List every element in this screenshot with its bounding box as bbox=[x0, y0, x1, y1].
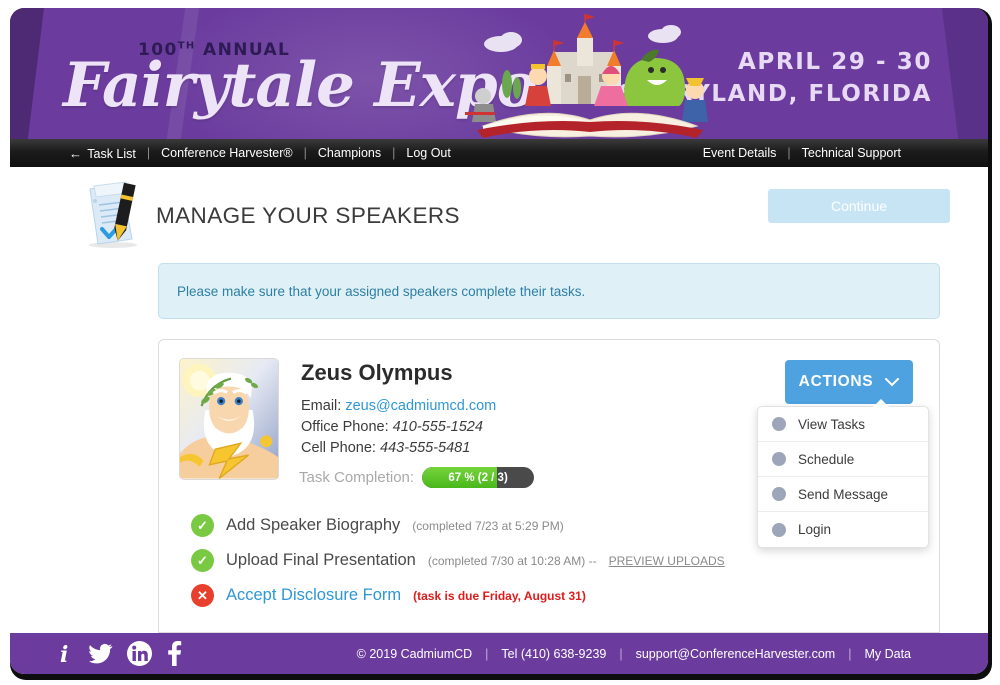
page-footer: i © 2019 CadmiumCD | Tel (410) 638-9239 … bbox=[10, 633, 988, 674]
task-completion-progress-bar: 67 % (2 / 3) bbox=[422, 467, 535, 488]
info-banner-text: Please make sure that your assigned spea… bbox=[177, 283, 586, 299]
nav-item-technical-support[interactable]: Technical Support bbox=[791, 146, 912, 160]
zeus-portrait-image bbox=[180, 359, 278, 479]
nav-item-conference-harvester[interactable]: Conference Harvester® bbox=[150, 146, 304, 160]
speaker-email-link[interactable]: zeus@cadmiumcd.com bbox=[345, 398, 496, 414]
bullet-icon bbox=[772, 452, 786, 466]
footer-telephone: Tel (410) 638-9239 bbox=[501, 646, 607, 661]
task-status-complete-icon: ✓ bbox=[191, 514, 214, 537]
speaker-office-phone-row: Office Phone: 410-555-1524 bbox=[301, 417, 496, 438]
preview-uploads-link[interactable]: PREVIEW UPLOADS bbox=[609, 554, 725, 568]
nav-item-log-out[interactable]: Log Out bbox=[395, 146, 461, 160]
footer-copyright: © 2019 CadmiumCD bbox=[356, 646, 473, 661]
dropdown-item-send-message-label: Send Message bbox=[798, 486, 889, 502]
footer-links: © 2019 CadmiumCD | Tel (410) 638-9239 | … bbox=[344, 647, 988, 661]
main-navigation: ← Task List | Conference Harvester® | Ch… bbox=[10, 139, 988, 167]
task-row: ✓ Add Speaker Biography (completed 7/23 … bbox=[191, 508, 725, 543]
continue-button[interactable]: Continue bbox=[768, 189, 950, 223]
dropdown-item-schedule[interactable]: Schedule bbox=[758, 442, 928, 477]
speaker-office-phone-value: 410-555-1524 bbox=[392, 419, 483, 435]
speaker-name: Zeus Olympus bbox=[301, 360, 453, 385]
speaker-office-phone-label: Office Phone: bbox=[301, 419, 389, 435]
task-due-text: (task is due Friday, August 31) bbox=[413, 588, 586, 603]
task-status-complete-icon: ✓ bbox=[191, 549, 214, 572]
facebook-icon[interactable] bbox=[166, 641, 182, 666]
task-meta: (completed 7/23 at 5:29 PM) bbox=[412, 518, 564, 533]
nav-item-task-list[interactable]: ← Task List bbox=[58, 146, 147, 161]
nav-right-group: Event Details | Technical Support bbox=[692, 146, 988, 160]
dropdown-item-schedule-label: Schedule bbox=[798, 451, 855, 467]
task-completion-row: Task Completion: 67 % (2 / 3) bbox=[299, 467, 535, 488]
dropdown-item-login-label: Login bbox=[798, 522, 832, 537]
dropdown-item-login[interactable]: Login bbox=[758, 512, 928, 547]
page-header-row: MANAGE YOUR SPEAKERS Continue bbox=[10, 167, 988, 259]
nav-left-group: ← Task List | Conference Harvester® | Ch… bbox=[10, 146, 462, 161]
task-name-link[interactable]: Accept Disclosure Form bbox=[226, 586, 401, 605]
speaker-contact-info: Email: zeus@cadmiumcd.com Office Phone: … bbox=[301, 396, 496, 459]
banner-left-wall bbox=[10, 8, 44, 139]
speaker-email-label: Email: bbox=[301, 398, 342, 414]
task-list: ✓ Add Speaker Biography (completed 7/23 … bbox=[191, 508, 725, 613]
dropdown-caret bbox=[872, 399, 890, 408]
bullet-icon bbox=[772, 522, 786, 537]
footer-my-data-link[interactable]: My Data bbox=[851, 647, 924, 661]
nav-item-champions[interactable]: Champions bbox=[307, 146, 392, 160]
bullet-icon bbox=[772, 417, 786, 431]
footer-support-email-link[interactable]: support@ConferenceHarvester.com bbox=[623, 647, 849, 661]
speaker-cell-phone-value: 443-555-5481 bbox=[380, 440, 471, 456]
task-row: ✓ Upload Final Presentation (completed 7… bbox=[191, 543, 725, 578]
clipboard-pen-icon bbox=[89, 181, 137, 248]
task-completion-label: Task Completion: bbox=[299, 469, 415, 486]
storybook-illustration bbox=[465, 14, 708, 138]
task-meta: (completed 7/30 at 10:28 AM) -- bbox=[427, 553, 597, 568]
actions-button-label: ACTIONS bbox=[798, 373, 874, 390]
main-content: MANAGE YOUR SPEAKERS Continue Please mak… bbox=[10, 167, 988, 633]
actions-button[interactable]: ACTIONS bbox=[785, 360, 913, 404]
task-status-incomplete-icon: ✕ bbox=[191, 584, 214, 607]
twitter-icon[interactable] bbox=[89, 643, 113, 665]
linkedin-icon[interactable] bbox=[127, 641, 152, 666]
nav-item-event-details[interactable]: Event Details bbox=[692, 146, 788, 160]
social-links: i bbox=[10, 641, 182, 666]
event-banner: 100TH ANNUAL Fairytale Expo APRIL 29 - 3… bbox=[10, 8, 988, 139]
actions-dropdown-menu: View Tasks Schedule Send Message Login bbox=[757, 399, 929, 548]
dropdown-item-view-tasks-label: View Tasks bbox=[798, 416, 866, 432]
progress-text: 67 % (2 / 3) bbox=[448, 471, 508, 484]
info-banner: Please make sure that your assigned spea… bbox=[158, 263, 940, 319]
nav-item-task-list-label: Task List bbox=[87, 146, 136, 161]
svg-text:i: i bbox=[60, 642, 68, 666]
back-arrow-icon: ← bbox=[69, 145, 82, 161]
dropdown-item-send-message[interactable]: Send Message bbox=[758, 477, 928, 512]
banner-right-wall bbox=[942, 8, 988, 139]
screenshot-frame: 100TH ANNUAL Fairytale Expo APRIL 29 - 3… bbox=[0, 0, 1000, 685]
chevron-down-icon bbox=[885, 377, 900, 386]
bullet-icon bbox=[772, 487, 786, 501]
speaker-email-row: Email: zeus@cadmiumcd.com bbox=[301, 396, 496, 417]
task-name: Add Speaker Biography bbox=[226, 516, 401, 534]
page-title: MANAGE YOUR SPEAKERS bbox=[156, 203, 460, 228]
task-name: Upload Final Presentation bbox=[226, 551, 416, 569]
speaker-cell-phone-label: Cell Phone: bbox=[301, 440, 376, 456]
info-icon[interactable]: i bbox=[58, 642, 75, 666]
speaker-avatar bbox=[179, 358, 279, 480]
speaker-cell-phone-row: Cell Phone: 443-555-5481 bbox=[301, 438, 496, 459]
speaker-card: Zeus Olympus Email: zeus@cadmiumcd.com O… bbox=[158, 339, 940, 633]
dropdown-item-view-tasks[interactable]: View Tasks bbox=[758, 407, 928, 442]
page-body: 100TH ANNUAL Fairytale Expo APRIL 29 - 3… bbox=[10, 8, 988, 674]
task-row: ✕ Accept Disclosure Form (task is due Fr… bbox=[191, 578, 725, 613]
